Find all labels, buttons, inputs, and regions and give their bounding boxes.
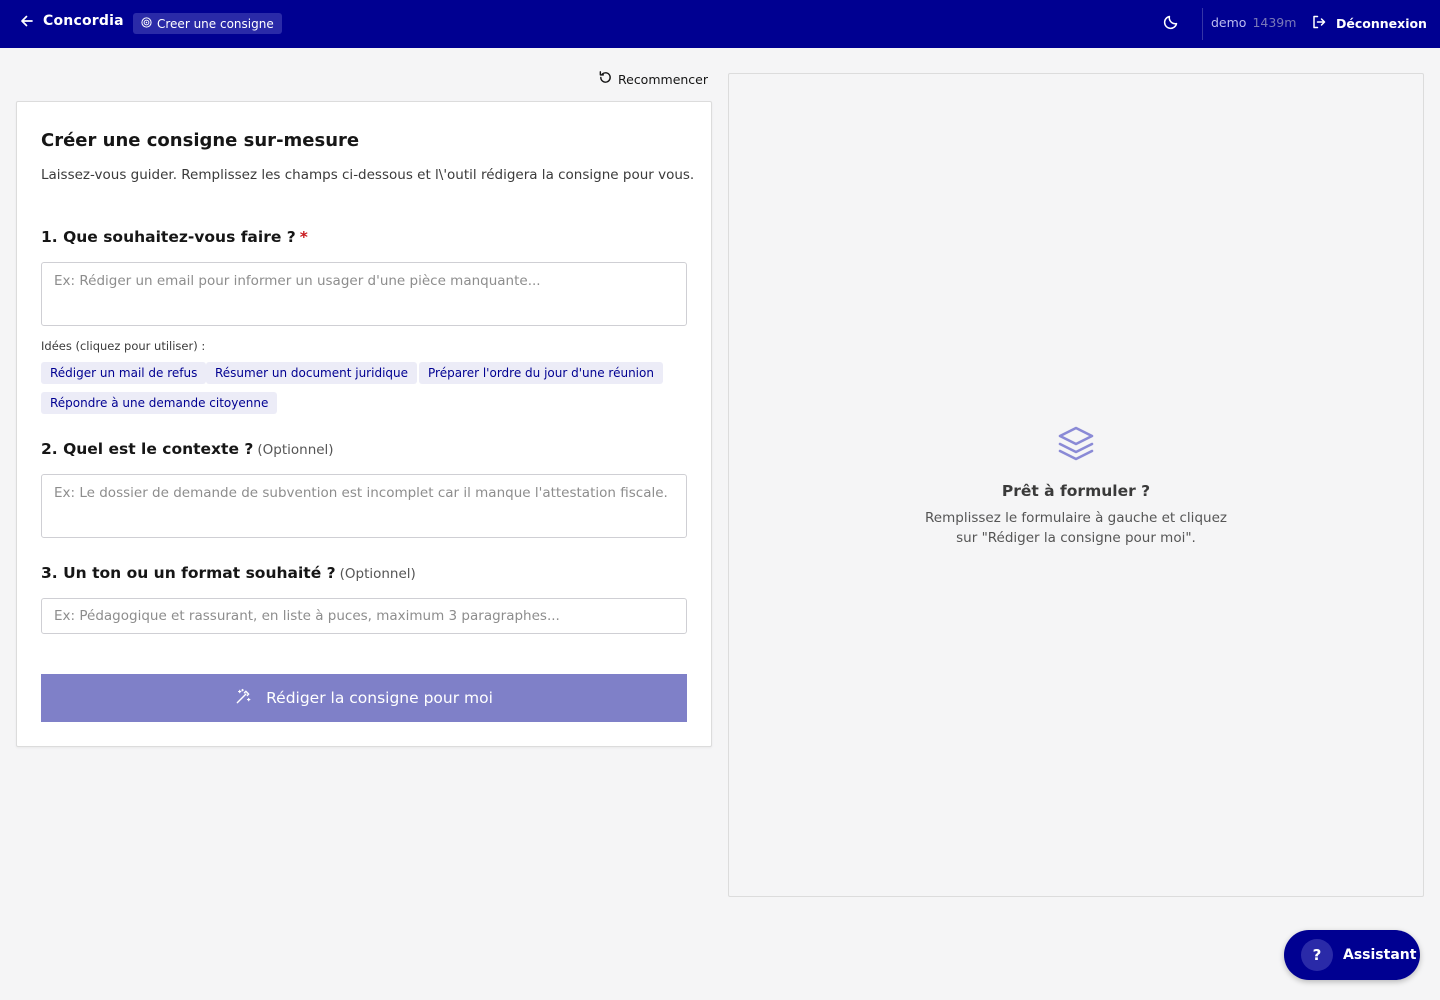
- header-divider: [1202, 8, 1203, 40]
- arrow-left-icon: [20, 14, 34, 28]
- assistant-button[interactable]: ? Assistant: [1284, 930, 1420, 980]
- question-1-text: 1. Que souhaitez-vous faire ?: [41, 228, 296, 246]
- help-icon: ?: [1301, 939, 1333, 971]
- idea-chip[interactable]: Rédiger un mail de refus: [41, 362, 207, 384]
- theme-toggle-button[interactable]: [1160, 13, 1182, 35]
- generate-label: Rédiger la consigne pour moi: [266, 689, 493, 707]
- user-info: demo 1439m: [1211, 15, 1296, 30]
- empty-state-description: Remplissez le formulaire à gauche et cli…: [925, 510, 1227, 546]
- moon-icon: [1163, 14, 1179, 34]
- page-badge-label: Creer une consigne: [157, 16, 274, 31]
- idea-chip[interactable]: Résumer un document juridique: [206, 362, 418, 384]
- reset-label: Recommencer: [618, 71, 709, 87]
- target-icon: [141, 16, 152, 31]
- question-3-text: 3. Un ton ou un format souhaité ?: [41, 564, 336, 582]
- session-time: 1439m: [1252, 15, 1297, 30]
- result-preview-panel: Prêt à formuler ? Remplissez le formulai…: [728, 73, 1424, 897]
- idea-chip[interactable]: Répondre à une demande citoyenne: [41, 392, 278, 414]
- empty-state-title: Prêt à formuler ?: [1001, 482, 1151, 500]
- logout-label: Déconnexion: [1336, 16, 1427, 31]
- question-3-label: 3. Un ton ou un format souhaité ? (Option…: [41, 564, 416, 582]
- reset-button[interactable]: Recommencer: [598, 70, 708, 88]
- logout-icon: [1311, 14, 1327, 33]
- assistant-label: Assistant: [1343, 947, 1417, 963]
- rotate-ccw-icon: [598, 70, 613, 88]
- generate-consigne-button[interactable]: Rédiger la consigne pour moi: [41, 674, 687, 722]
- required-marker: *: [299, 228, 308, 246]
- form-subtitle: Laissez-vous guider. Remplissez les cham…: [41, 167, 695, 183]
- idea-chip[interactable]: Préparer l'ordre du jour d'une réunion: [419, 362, 663, 384]
- current-page-badge: Creer une consigne: [133, 13, 282, 34]
- tone-format-input[interactable]: [41, 598, 687, 634]
- app-name: Concordia: [43, 13, 124, 29]
- stack-layers-icon: [1056, 424, 1096, 468]
- question-2-label: 2. Quel est le contexte ? (Optionnel): [41, 440, 334, 458]
- user-name: demo: [1211, 15, 1247, 30]
- ideas-label: Idées (cliquez pour utiliser) :: [41, 339, 206, 353]
- logout-button[interactable]: Déconnexion: [1311, 14, 1427, 33]
- optional-marker: (Optionnel): [257, 442, 334, 458]
- context-input[interactable]: [41, 474, 687, 538]
- magic-wand-icon: [235, 688, 252, 709]
- consigne-form-card: Créer une consigne sur-mesure Laissez-vo…: [16, 101, 712, 747]
- task-input[interactable]: [41, 262, 687, 326]
- form-title: Créer une consigne sur-mesure: [41, 130, 360, 151]
- optional-marker: (Optionnel): [339, 566, 416, 582]
- back-home-link[interactable]: Concordia: [20, 13, 124, 29]
- question-1-label: 1. Que souhaitez-vous faire ? *: [41, 228, 308, 246]
- top-navbar: Concordia Creer une consigne demo 1439m D…: [0, 0, 1440, 48]
- question-2-text: 2. Quel est le contexte ?: [41, 440, 254, 458]
